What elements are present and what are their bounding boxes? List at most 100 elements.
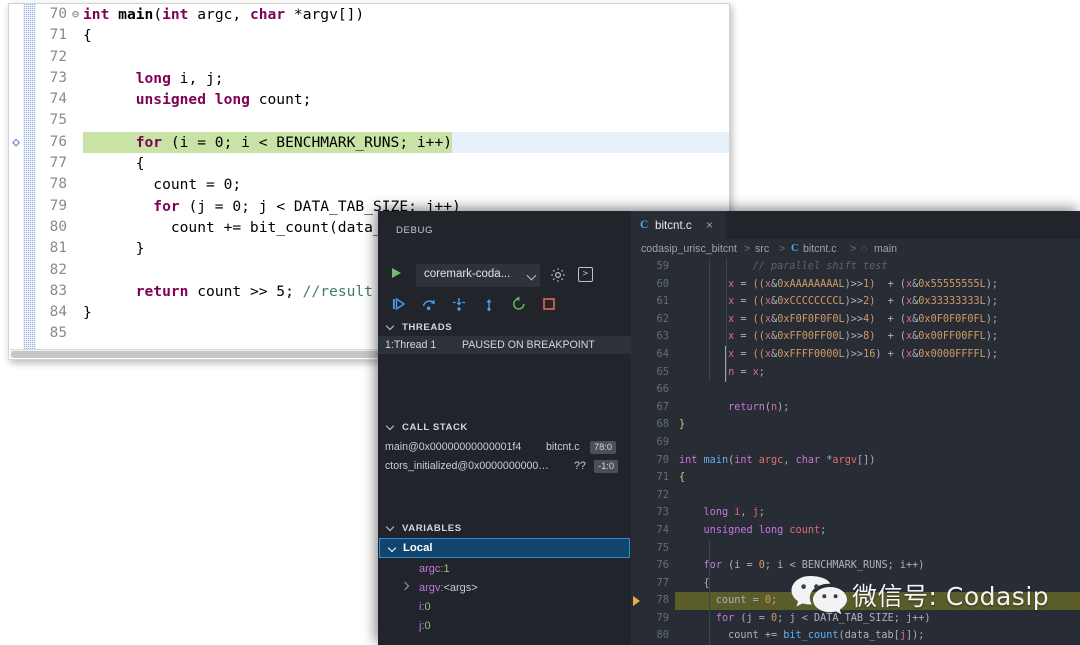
start-debug-play-icon[interactable] (392, 268, 401, 278)
line-number: 65 (656, 365, 669, 378)
vscode-code-line[interactable]: 75 (631, 540, 1080, 558)
threads-header-label: THREADS (402, 322, 453, 333)
callstack-section-header[interactable]: CALL STACK (378, 416, 631, 437)
step-out-icon[interactable] (480, 295, 498, 313)
code-text: { (83, 155, 145, 173)
vscode-code-line[interactable]: 80 count += bit_count(data_tab[j]); (631, 627, 1080, 645)
close-icon[interactable]: × (706, 218, 713, 232)
debug-sidebar[interactable]: DEBUG coremark-coda... > THREADS 1:Threa… (378, 211, 631, 645)
vscode-code-line[interactable]: 73 long i, j; (631, 504, 1080, 522)
dark-code-lines[interactable]: 59 // parallel shift test 60 x = ((x&0xAA… (631, 258, 1080, 645)
variables-scope-local[interactable]: Local (379, 538, 630, 558)
vscode-editor[interactable]: C bitcnt.c × codasip_urisc_bitcnt > src … (631, 211, 1080, 645)
thread-row[interactable]: 1:Thread 1 PAUSED ON BREAKPOINT (378, 336, 631, 354)
continue-icon[interactable] (390, 295, 408, 313)
variable-row[interactable]: j:0 (378, 617, 631, 636)
eclipse-code-line[interactable]: 72 (9, 47, 729, 68)
line-number: 85 (49, 325, 67, 342)
line-number: 71 (656, 471, 669, 484)
vscode-code-line[interactable]: 62 x = ((x&0xF0F0F0F0L)>>4) + (x&0x0F0F0… (631, 311, 1080, 329)
callstack-row[interactable]: ctors_initialized@0x0000000000… ?? -1:0 (378, 457, 631, 475)
vscode-code-line[interactable]: 66 (631, 381, 1080, 399)
vscode-window[interactable]: DEBUG coremark-coda... > THREADS 1:Threa… (378, 211, 1080, 645)
eclipse-code-line[interactable]: 78 count = 0; (9, 174, 729, 195)
execution-pointer-icon[interactable]: ◇ (9, 132, 23, 153)
variable-row[interactable]: i:0 (378, 598, 631, 617)
indent-guide (726, 258, 727, 381)
vscode-code-line[interactable]: 67 return(n); (631, 399, 1080, 417)
indent-guide (709, 258, 710, 381)
vscode-code-line[interactable]: 63 x = ((x&0xFF00FF00L)>>8) + (x&0x00FF0… (631, 328, 1080, 346)
breadcrumb-item-project[interactable]: codasip_urisc_bitcnt (641, 243, 737, 255)
breadcrumb-item-symbol[interactable]: main (874, 243, 897, 255)
variable-name-value: i:0 (419, 601, 431, 613)
fold-collapse-icon[interactable]: ⊖ (69, 4, 82, 25)
line-number: 80 (49, 218, 67, 235)
eclipse-code-line[interactable]: 71 { (9, 25, 729, 46)
vscode-code-line[interactable]: 59 // parallel shift test (631, 258, 1080, 276)
step-into-icon[interactable] (450, 295, 468, 313)
vscode-code-line[interactable]: 76 for (i = 0; i < BENCHMARK_RUNS; i++) (631, 557, 1080, 575)
callstack-line-badge: 78:0 (590, 440, 617, 454)
eclipse-code-line[interactable]: 70 ⊖ int main(int argc, char *argv[]) (9, 4, 729, 25)
threads-section-header[interactable]: THREADS (378, 316, 631, 337)
line-number: 66 (656, 383, 669, 396)
debug-console-icon[interactable]: > (578, 267, 593, 282)
chevron-down-icon (387, 543, 397, 553)
eclipse-code-line[interactable]: 73 long i, j; (9, 68, 729, 89)
eclipse-code-line[interactable]: ◇ 76 for (i = 0; i < BENCHMARK_RUNS; i++) (9, 131, 729, 154)
debug-step-toolbar[interactable] (388, 295, 621, 315)
vscode-code-line[interactable]: 71 { (631, 469, 1080, 487)
vscode-code-line[interactable]: 69 (631, 434, 1080, 452)
line-number: 75 (656, 541, 669, 554)
tab-bitcnt-c[interactable]: C bitcnt.c × (631, 211, 726, 239)
line-number: 70 (656, 453, 669, 466)
vscode-code-line[interactable]: 72 (631, 487, 1080, 505)
line-number: 72 (656, 488, 669, 501)
editor-tabbar[interactable]: C bitcnt.c × (631, 211, 1080, 239)
vscode-code-line[interactable]: 79 for (j = 0; j < DATA_TAB_SIZE; j++) (631, 610, 1080, 628)
variable-name-value: argc:1 (419, 563, 450, 575)
vscode-code-line[interactable]: 78 count = 0; (631, 592, 1080, 610)
variables-section-header[interactable]: VARIABLES (378, 517, 631, 538)
debug-launch-toolbar[interactable]: coremark-coda... > (388, 264, 621, 288)
code-text: } (83, 240, 145, 258)
vscode-code-line[interactable]: 70 int main(int argc, char *argv[]) (631, 452, 1080, 470)
code-text: count = 0; (679, 595, 778, 607)
line-number: 74 (656, 523, 669, 536)
vscode-code-line[interactable]: 65 n = x; (631, 364, 1080, 382)
eclipse-code-line[interactable]: 74 unsigned long count; (9, 89, 729, 110)
variable-row[interactable]: argc:1 (378, 560, 631, 579)
gear-icon[interactable] (550, 267, 566, 283)
chevron-right-icon[interactable] (400, 581, 410, 591)
vscode-code-line[interactable]: 60 x = ((x&0xAAAAAAAAL)>>1) + (x&0x55555… (631, 276, 1080, 294)
code-text: return(n); (728, 401, 790, 413)
chevron-right-icon: > (850, 243, 857, 255)
restart-icon[interactable] (510, 295, 528, 313)
line-number: 61 (656, 295, 669, 308)
vscode-code-line[interactable]: 61 x = ((x&0xCCCCCCCCL)>>2) + (x&0x33333… (631, 293, 1080, 311)
vscode-code-line[interactable]: 74 unsigned long count; (631, 522, 1080, 540)
code-text: { (679, 472, 686, 484)
chevron-down-icon (385, 522, 395, 532)
vscode-code-line[interactable]: 77 { (631, 575, 1080, 593)
breadcrumb-item-folder[interactable]: src (755, 243, 769, 255)
code-text: { (83, 27, 92, 45)
breadcrumb-item-file[interactable]: bitcnt.c (803, 243, 837, 255)
chevron-right-icon: > (779, 243, 786, 255)
eclipse-code-line[interactable]: 75 (9, 110, 729, 131)
callstack-row[interactable]: main@0x00000000000001f4 bitcnt.c 78:0 (378, 438, 631, 456)
eclipse-code-line[interactable]: 77 { (9, 153, 729, 174)
line-number: 77 (656, 576, 669, 589)
step-over-icon[interactable] (420, 295, 438, 313)
code-text: } (679, 419, 686, 431)
debug-configuration-select[interactable]: coremark-coda... (416, 264, 540, 287)
vscode-code-line[interactable]: 68} (631, 416, 1080, 434)
line-number: 71 (49, 27, 67, 44)
line-number: 70 (49, 6, 67, 22)
breadcrumb[interactable]: codasip_urisc_bitcnt > src > C bitcnt.c … (631, 239, 1080, 258)
vscode-code-line[interactable]: 64 x = ((x&0xFFFF0000L)>>16) + (x&0x0000… (631, 346, 1080, 364)
variable-row[interactable]: argv:<args> (378, 579, 631, 598)
stop-icon[interactable] (540, 295, 558, 313)
callstack-frame-name: main@0x00000000000001f4 (385, 441, 522, 453)
